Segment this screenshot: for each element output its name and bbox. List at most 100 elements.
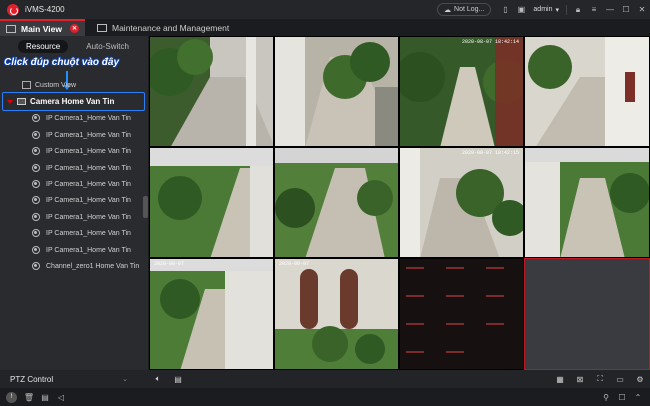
camera-feed xyxy=(525,148,649,257)
camera-item[interactable]: IP Camera1_Home Van Tin xyxy=(32,246,131,254)
camera-item[interactable]: IP Camera1_Home Van Tin xyxy=(32,180,131,188)
aspect-icon[interactable]: ▭ xyxy=(610,370,630,388)
alarm-icon[interactable]: ! xyxy=(6,391,17,403)
camera-icon xyxy=(32,164,40,172)
stop-all-icon[interactable]: ⊠ xyxy=(570,370,590,388)
camera-feed xyxy=(150,37,273,146)
ptz-label: PTZ Control xyxy=(10,374,54,384)
video-cell[interactable]: 2020-08-07 18:42:14 xyxy=(399,36,524,147)
subtab-auto-switch[interactable]: Auto-Switch xyxy=(78,40,137,53)
camera-feed xyxy=(275,259,398,369)
camera-item[interactable]: IP Camera1_Home Van Tin xyxy=(32,229,131,237)
video-cell-no-signal[interactable] xyxy=(399,258,524,370)
timestamp-overlay: 2020-08-07 xyxy=(154,261,185,267)
camera-label: IP Camera1_Home Van Tin xyxy=(46,131,131,139)
cloud-login-button[interactable]: ☁ Not Log... xyxy=(437,3,492,16)
camera-item[interactable]: IP Camera1_Home Van Tin xyxy=(32,147,131,155)
resource-panel: Resource Auto-Switch Click đúp chuột vào… xyxy=(0,36,148,370)
video-cell[interactable] xyxy=(274,147,399,258)
status-right: ⚲ ☐ ⌃ xyxy=(598,388,646,406)
notification-icon[interactable]: ▯ xyxy=(497,0,513,19)
minimize-icon[interactable]: — xyxy=(602,0,618,19)
subtab-resource[interactable]: Resource xyxy=(18,39,69,53)
panel-splitter-handle[interactable] xyxy=(143,196,148,218)
pin-icon[interactable]: ⚲ xyxy=(598,388,614,406)
volume-icon[interactable]: 🔈︎ xyxy=(148,370,168,388)
camera-item[interactable]: IP Camera1_Home Van Tin xyxy=(32,164,131,172)
video-cell-empty-selected[interactable] xyxy=(524,258,650,370)
video-cell[interactable] xyxy=(274,36,399,147)
fullscreen-icon[interactable]: ⛶ xyxy=(590,370,610,388)
group-icon xyxy=(17,98,26,105)
video-cell[interactable] xyxy=(524,36,650,147)
divider xyxy=(566,4,567,15)
view-icon xyxy=(22,81,31,89)
camera-label: IP Camera1_Home Van Tin xyxy=(46,114,131,122)
camera-icon xyxy=(32,196,40,204)
custom-view-item[interactable]: Custom View xyxy=(22,81,76,89)
event-icon[interactable]: ▤ xyxy=(37,388,53,406)
maintenance-icon xyxy=(97,23,107,32)
video-cell[interactable] xyxy=(149,147,274,258)
titlebar-controls: ☁ Not Log... ▯ ▣ admin ▾ 🔒︎ ≡ — ☐ ✕ xyxy=(437,0,650,19)
user-menu[interactable]: admin ▾ xyxy=(533,6,559,14)
app-logo xyxy=(7,3,19,16)
caret-down-icon[interactable] xyxy=(7,99,13,104)
tab-bar: Main View ✕ Maintenance and Management xyxy=(0,19,650,36)
video-cell[interactable]: 2020-08-07 18:42:15 xyxy=(399,147,524,258)
video-cell[interactable]: 2020-08-07 xyxy=(274,258,399,370)
audio-icon[interactable]: ◁ xyxy=(53,388,69,406)
camera-feed xyxy=(525,37,649,146)
camera-item[interactable]: IP Camera1_Home Van Tin xyxy=(32,131,131,139)
cloud-icon: ☁ xyxy=(444,6,452,14)
maximize-icon[interactable]: ☐ xyxy=(618,0,634,19)
close-tab-icon[interactable]: ✕ xyxy=(70,24,79,33)
camera-label: IP Camera1_Home Van Tin xyxy=(46,164,131,172)
camera-feed xyxy=(275,148,398,257)
app-title: iVMS-4200 xyxy=(25,5,65,14)
expand-up-icon[interactable]: ⌃ xyxy=(630,388,646,406)
chevron-down-icon: ▾ xyxy=(555,6,559,14)
ptz-control-header[interactable]: PTZ Control ⌄ xyxy=(0,370,148,388)
camera-feed xyxy=(150,148,273,257)
video-cell[interactable]: 2020-08-07 xyxy=(149,258,274,370)
gear-icon[interactable]: ⚙ xyxy=(630,370,650,388)
settings-icon[interactable]: ▣ xyxy=(513,0,529,19)
tab-main-view[interactable]: Main View ✕ xyxy=(0,19,85,36)
timestamp-overlay: 2020-08-07 18:42:14 xyxy=(461,39,519,45)
cloud-login-label: Not Log... xyxy=(454,6,485,13)
video-toolbar: 🔈︎ ▤ ▦ ⊠ ⛶ ▭ ⚙ xyxy=(148,370,650,388)
video-cell[interactable] xyxy=(524,147,650,258)
camera-icon xyxy=(32,131,40,139)
title-bar: iVMS-4200 ☁ Not Log... ▯ ▣ admin ▾ 🔒︎ ≡ … xyxy=(0,0,650,19)
lock-icon[interactable]: 🔒︎ xyxy=(570,0,586,19)
camera-feed xyxy=(400,148,523,257)
channel-zero-feed xyxy=(400,259,523,369)
video-cell[interactable] xyxy=(149,36,274,147)
chevron-down-icon[interactable]: ⌄ xyxy=(122,375,128,383)
delete-icon[interactable]: 🗑︎ xyxy=(21,388,37,406)
close-icon[interactable]: ✕ xyxy=(634,0,650,19)
camera-label: IP Camera1_Home Van Tin xyxy=(46,180,131,188)
camera-icon xyxy=(32,114,40,122)
resource-subtabs: Resource Auto-Switch xyxy=(0,36,148,56)
maximize-icon[interactable]: ☐ xyxy=(614,388,630,406)
camera-icon xyxy=(32,229,40,237)
layout-icon[interactable]: ▦ xyxy=(550,370,570,388)
camera-group[interactable]: Camera Home Van Tin xyxy=(2,92,145,111)
camera-label: IP Camera1_Home Van Tin xyxy=(46,229,131,237)
camera-item[interactable]: IP Camera1_Home Van Tin xyxy=(32,114,131,122)
tab-maintenance[interactable]: Maintenance and Management xyxy=(91,19,235,36)
camera-item[interactable]: IP Camera1_Home Van Tin xyxy=(32,196,131,204)
camera-label: IP Camera1_Home Van Tin xyxy=(46,196,131,204)
record-icon[interactable]: ▤ xyxy=(168,370,188,388)
camera-item[interactable]: Channel_zero1 Home Van Tin xyxy=(32,262,139,270)
camera-icon xyxy=(32,180,40,188)
toolbar-right: ▦ ⊠ ⛶ ▭ ⚙ xyxy=(550,370,650,388)
tab-label: Maintenance and Management xyxy=(112,22,230,33)
menu-icon[interactable]: ≡ xyxy=(586,0,602,19)
camera-item[interactable]: IP Camera1_Home Van Tin xyxy=(32,213,131,221)
camera-label: IP Camera1_Home Van Tin xyxy=(46,246,131,254)
user-name: admin xyxy=(533,6,553,13)
camera-feed xyxy=(400,37,523,146)
